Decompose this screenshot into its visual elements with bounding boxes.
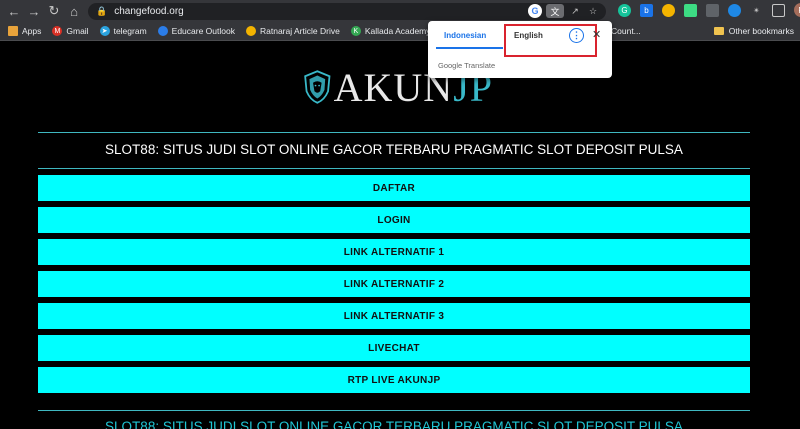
google-translate-label: Google Translate	[438, 61, 496, 70]
bookmark-label: Apps	[22, 26, 42, 36]
bookmark-apps[interactable]: Apps	[8, 26, 41, 36]
url-text[interactable]: changefood.org	[114, 6, 184, 17]
telegram-icon: ➤	[99, 26, 110, 36]
extension-grid-icon[interactable]	[706, 3, 719, 17]
bookmark-label: Kallada Academy	[364, 26, 431, 36]
lion-shield-icon	[304, 70, 331, 104]
drive-icon	[245, 26, 256, 36]
back-icon[interactable]: ←	[4, 0, 24, 22]
tab-indonesian[interactable]: Indonesian	[444, 31, 486, 40]
bookmark-educare[interactable]: Educare Outlook	[157, 26, 235, 36]
bookmark-label: telegram	[113, 26, 147, 36]
bookmark-gmail[interactable]: M Gmail	[52, 26, 89, 36]
divider	[38, 168, 750, 169]
page-title-bottom: SLOT88: SITUS JUDI SLOT ONLINE GACOR TER…	[105, 419, 683, 429]
translate-icon[interactable]: 文	[546, 4, 564, 18]
extension-b-icon[interactable]: b	[640, 3, 653, 17]
gmail-icon: M	[52, 26, 63, 36]
browser-window: ← → ↻ ⌂ 🔒 changefood.org G 文 ↗ ☆ G b ✴ P…	[0, 0, 800, 429]
bookmark-label: Gmail	[66, 26, 89, 36]
more-options-icon[interactable]: ⋮	[569, 28, 584, 43]
bookmark-count[interactable]: Count...	[611, 26, 641, 36]
translate-popup: Indonesian English ⋮ ✕ Google Translate	[428, 21, 612, 78]
bookmark-kallada[interactable]: K Kallada Academy	[350, 26, 431, 36]
lock-icon[interactable]: 🔒	[96, 6, 107, 17]
livechat-button[interactable]: LIVECHAT	[38, 335, 750, 361]
extension-yellow-icon[interactable]	[662, 3, 675, 17]
share-icon[interactable]: ↗	[568, 4, 582, 18]
home-icon[interactable]: ⌂	[64, 0, 84, 22]
google-icon[interactable]: G	[528, 4, 542, 18]
link-alternatif-3-button[interactable]: LINK ALTERNATIF 3	[38, 303, 750, 329]
educare-icon	[157, 26, 168, 36]
link-alternatif-2-button[interactable]: LINK ALTERNATIF 2	[38, 271, 750, 297]
other-bookmarks[interactable]: Other bookmarks	[713, 26, 794, 36]
extension-green-icon[interactable]	[684, 3, 697, 17]
divider	[38, 132, 750, 133]
bookmark-star-icon[interactable]: ☆	[586, 4, 600, 18]
folder-icon	[713, 27, 724, 35]
profile-avatar[interactable]: P	[794, 3, 800, 17]
web-page: AKUNJP SLOT88: SITUS JUDI SLOT ONLINE GA…	[0, 41, 800, 429]
login-button[interactable]: LOGIN	[38, 207, 750, 233]
bookmark-ratnaraj[interactable]: Ratnaraj Article Drive	[245, 26, 340, 36]
other-bookmarks-label: Other bookmarks	[728, 26, 794, 36]
bookmark-label: Count...	[611, 26, 641, 36]
link-alternatif-1-button[interactable]: LINK ALTERNATIF 1	[38, 239, 750, 265]
address-bar[interactable]: 🔒 changefood.org G 文 ↗ ☆	[88, 3, 606, 20]
bookmark-label: Educare Outlook	[171, 26, 235, 36]
divider	[38, 410, 750, 411]
close-icon[interactable]: ✕	[592, 28, 601, 41]
forward-icon[interactable]: →	[24, 0, 44, 22]
page-title: SLOT88: SITUS JUDI SLOT ONLINE GACOR TER…	[105, 142, 683, 157]
apps-grid-icon	[8, 26, 18, 36]
active-tab-underline	[436, 47, 503, 49]
grammarly-extension-icon[interactable]: G	[618, 3, 631, 17]
rtp-live-button[interactable]: RTP LIVE AKUNJP	[38, 367, 750, 393]
browser-toolbar: ← → ↻ ⌂ 🔒 changefood.org G 文 ↗ ☆ G b ✴ P…	[0, 0, 800, 22]
reload-icon[interactable]: ↻	[44, 0, 64, 22]
bookmark-label: Ratnaraj Article Drive	[259, 26, 340, 36]
side-panel-icon[interactable]	[772, 3, 785, 17]
bookmark-telegram[interactable]: ➤ telegram	[99, 26, 147, 36]
extensions-puzzle-icon[interactable]: ✴	[750, 4, 763, 17]
extension-blue-icon[interactable]	[728, 3, 741, 17]
kallada-icon: K	[350, 26, 361, 36]
highlight-box	[504, 24, 597, 57]
daftar-button[interactable]: DAFTAR	[38, 175, 750, 201]
bookmarks-bar: Apps M Gmail ➤ telegram Educare Outlook …	[0, 22, 800, 41]
